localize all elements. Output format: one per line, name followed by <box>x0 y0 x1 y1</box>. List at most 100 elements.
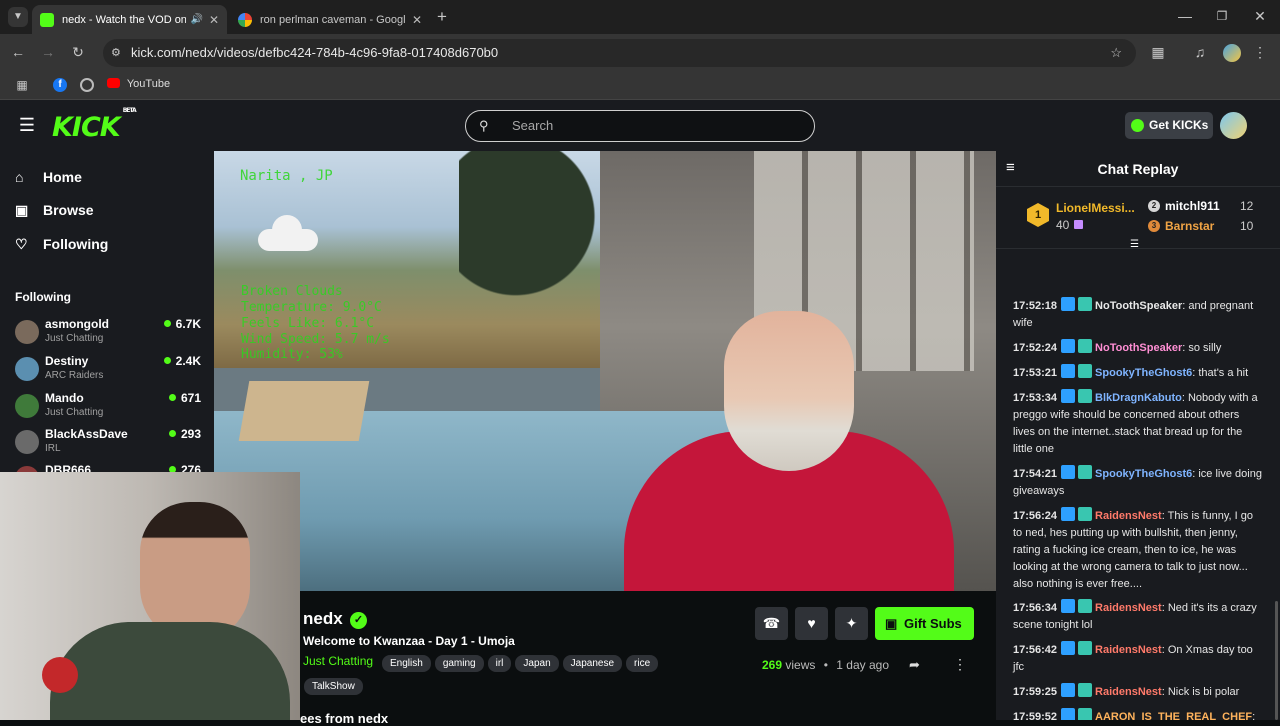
cloud-icon <box>258 213 322 253</box>
kicks-coin-icon <box>1131 119 1144 132</box>
nav-browse[interactable]: ▣ Browse <box>15 202 94 219</box>
tab-kick[interactable]: nedx - Watch the VOD on Kick 🔊 ✕ <box>32 5 227 34</box>
get-kicks-button[interactable]: Get KICKs <box>1125 112 1213 139</box>
message-text: Nick is bi polar <box>1167 686 1240 698</box>
emote-badge-icon <box>1078 297 1093 311</box>
tab-search-icon[interactable]: ▼ <box>8 7 28 27</box>
facebook-icon[interactable]: f <box>53 78 67 92</box>
speaker-icon[interactable]: 🔊 <box>190 14 202 25</box>
chat-message: 17:53:21 SpookyTheGhost6: that's a hit <box>1013 364 1263 382</box>
category-link[interactable]: Just Chatting <box>303 654 373 668</box>
channel-name: Destiny <box>45 354 89 368</box>
chat-message: 17:56:34 RaidensNest: Ned it's its a craz… <box>1013 599 1263 634</box>
youtube-bookmark[interactable]: YouTube <box>107 78 170 94</box>
back-icon[interactable]: ← <box>8 42 28 62</box>
emote-badge-icon <box>1078 465 1093 479</box>
gold-badge-icon: 1 <box>1027 203 1049 227</box>
sparkle-button[interactable]: ✦ <box>835 607 868 640</box>
nav-label: Browse <box>43 202 94 218</box>
home-icon: ⌂ <box>15 169 24 185</box>
message-username[interactable]: NoToothSpeaker <box>1095 300 1182 312</box>
top-gifter-count: 40 <box>1056 218 1070 232</box>
tab-google[interactable]: ron perlman caveman - Google Search ✕ <box>230 5 430 34</box>
nav-following[interactable]: ♡ Following <box>15 236 108 253</box>
tag-rice[interactable]: rice <box>626 655 659 672</box>
gift-subs-button[interactable]: ▣ Gift Subs <box>875 607 974 640</box>
stream-title: Welcome to Kwanzaa - Day 1 - Umoja <box>303 634 515 648</box>
chat-leaderboard: 1 LionelMessi... 40 2 mitchl911 12 3 Bar… <box>996 186 1280 250</box>
followed-channel-destiny[interactable]: Destiny ARC Raiders 2.4K <box>15 353 201 387</box>
more-options-icon[interactable]: ⋮ <box>953 656 967 673</box>
bronze-badge-icon: 3 <box>1148 220 1160 232</box>
message-username[interactable]: RaidensNest <box>1095 644 1162 656</box>
sub-badge-icon <box>1061 389 1076 403</box>
close-tab-icon[interactable]: ✕ <box>209 13 219 27</box>
video-player[interactable]: Narita , JP Broken Clouds Temperature: 9… <box>214 151 996 591</box>
tag-irl[interactable]: irl <box>487 655 512 672</box>
maximize-icon[interactable]: ❐ <box>1212 6 1232 26</box>
reload-icon[interactable]: ↻ <box>68 42 88 62</box>
globe-icon[interactable] <box>80 78 94 92</box>
apps-grid-icon[interactable]: ▦ <box>13 75 31 95</box>
second-gifter-name[interactable]: mitchl911 <box>1165 199 1220 213</box>
message-username[interactable]: NoToothSpeaker <box>1095 342 1182 354</box>
message-username[interactable]: AARON_IS_THE_REAL_CHEF <box>1095 711 1252 720</box>
close-tab-icon[interactable]: ✕ <box>412 13 422 27</box>
colon: : <box>1252 711 1256 720</box>
tag-japan[interactable]: Japan <box>515 655 559 672</box>
menu-kebab-icon[interactable]: ⋮ <box>1253 42 1267 62</box>
message-username[interactable]: RaidensNest <box>1095 602 1162 614</box>
bookmark-label: YouTube <box>126 78 171 90</box>
minimize-icon[interactable]: — <box>1175 6 1195 26</box>
profile-avatar[interactable] <box>1223 44 1241 62</box>
follow-heart-button[interactable]: ♥ <box>795 607 828 640</box>
third-gifter-name[interactable]: Barnstar <box>1165 219 1214 233</box>
new-tab-icon[interactable]: + <box>432 7 452 27</box>
chat-message: 17:52:18 NoToothSpeaker: and pregnant wif… <box>1013 297 1263 332</box>
message-username[interactable]: SpookyTheGhost6 <box>1095 468 1192 480</box>
viewer-count: 6.7K <box>164 317 201 331</box>
below-fold-heading: ees from nedx <box>300 711 389 726</box>
share-icon[interactable]: ➦ <box>909 657 920 673</box>
heart-icon: ♡ <box>15 236 28 252</box>
hamburger-menu-icon[interactable]: ☰ <box>16 115 38 135</box>
message-username[interactable]: RaidensNest <box>1095 510 1162 522</box>
tag-gaming[interactable]: gaming <box>434 655 484 672</box>
location-text: Narita , JP <box>240 168 333 184</box>
followed-channel-blackassdave[interactable]: BlackAssDave IRL 293 <box>15 426 201 460</box>
followed-channel-asmongold[interactable]: asmongold Just Chatting 6.7K <box>15 316 201 350</box>
channel-name: BlackAssDave <box>45 427 128 441</box>
close-window-icon[interactable]: ✕ <box>1250 6 1270 26</box>
notification-bell-button[interactable]: ☎ <box>755 607 788 640</box>
nav-home[interactable]: ⌂ Home <box>15 169 82 185</box>
tag-talkshow[interactable]: TalkShow <box>304 678 363 695</box>
channel-name: Mando <box>45 391 84 405</box>
message-username[interactable]: SpookyTheGhost6 <box>1095 367 1192 379</box>
chat-message-list: 17:52:18 NoToothSpeaker: and pregnant wif… <box>996 249 1280 720</box>
address-bar[interactable]: ⚙ kick.com/nedx/videos/defbc424-784b-4c9… <box>103 39 1136 67</box>
bookmark-star-icon[interactable]: ☆ <box>1110 39 1122 67</box>
search-input[interactable]: ⚲ Search <box>465 110 815 142</box>
tag-english[interactable]: English <box>382 655 431 672</box>
followed-channel-mando[interactable]: Mando Just Chatting 671 <box>15 390 201 424</box>
site-info-icon[interactable]: ⚙ <box>111 39 121 67</box>
emote-badge-icon <box>1078 389 1093 403</box>
message-timestamp: 17:59:25 <box>1013 686 1058 698</box>
message-timestamp: 17:54:21 <box>1013 468 1058 480</box>
chat-scrollbar[interactable] <box>1275 601 1278 720</box>
kick-page: ☰ KICKBETA ⚲ Search Get KICKs ⌂ Home ▣ Bro… <box>0 100 1280 726</box>
channel-name[interactable]: nedx <box>303 609 343 629</box>
message-username[interactable]: RaidensNest <box>1095 686 1162 698</box>
top-gifter-name[interactable]: LionelMessi... <box>1056 201 1135 215</box>
channel-category: Just Chatting <box>45 407 104 418</box>
forward-icon[interactable]: → <box>38 42 58 62</box>
viewer-count: 671 <box>169 391 201 405</box>
beta-badge: BETA <box>122 107 137 114</box>
media-control-icon[interactable]: ♫ <box>1190 42 1210 62</box>
kick-logo[interactable]: KICKBETA <box>52 107 137 143</box>
tag-japanese[interactable]: Japanese <box>562 655 623 672</box>
extensions-icon[interactable]: ▦ <box>1148 42 1168 62</box>
message-username[interactable]: BlkDragnKabuto <box>1095 392 1182 404</box>
user-avatar[interactable] <box>1220 112 1247 139</box>
emote-badge-icon <box>1078 599 1093 613</box>
